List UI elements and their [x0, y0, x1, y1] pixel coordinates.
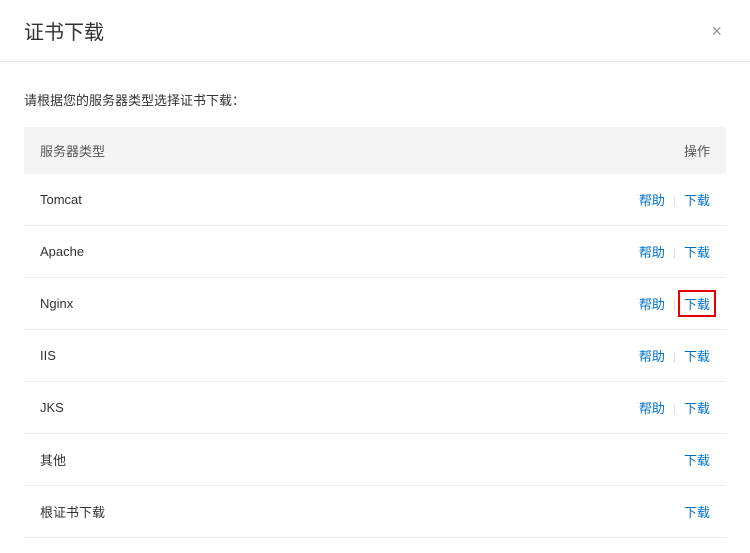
download-link[interactable]: 下载 [684, 450, 710, 469]
close-icon[interactable]: × [707, 18, 726, 44]
download-link[interactable]: 下载 [684, 346, 710, 365]
table-row: Apache 帮助 | 下载 [24, 226, 726, 278]
server-name: JKS [40, 400, 64, 415]
table-row: Tomcat 帮助 | 下载 [24, 174, 726, 226]
table-row: JKS 帮助 | 下载 [24, 382, 726, 434]
help-link[interactable]: 帮助 [639, 294, 665, 313]
header-server-type: 服务器类型 [40, 141, 105, 160]
server-table: 服务器类型 操作 Tomcat帮助|下载Apache帮助|下载Nginx帮助|下… [24, 127, 726, 538]
table-row: IIS 帮助 | 下载 [24, 330, 726, 382]
row-actions: 下载 [684, 502, 710, 521]
server-name: Tomcat [40, 192, 82, 207]
row-actions: 帮助 | 下载 [639, 398, 710, 417]
download-link[interactable]: 下载 [684, 502, 710, 521]
help-link[interactable]: 帮助 [639, 190, 665, 209]
table-header: 服务器类型 操作 [24, 127, 726, 174]
divider: | [673, 297, 676, 311]
server-name: 根证书下载 [40, 502, 105, 521]
row-actions: 帮助|下载 [639, 294, 710, 313]
download-link[interactable]: 下载 [684, 242, 710, 261]
table-row: Nginx 帮助 |下载 [24, 278, 726, 330]
table-row: 其他 下载 [24, 434, 726, 486]
divider: | [673, 245, 676, 259]
dialog-body: 请根据您的服务器类型选择证书下载： 服务器类型 操作 Tomcat帮助|下载Ap… [0, 62, 750, 538]
dialog-header: 证书下载 × [0, 0, 750, 62]
instruction-text: 请根据您的服务器类型选择证书下载： [24, 90, 726, 109]
help-link[interactable]: 帮助 [639, 242, 665, 261]
download-link[interactable]: 下载 [684, 398, 710, 417]
row-actions: 下载 [684, 450, 710, 469]
certificate-download-dialog: 证书下载 × 请根据您的服务器类型选择证书下载： 服务器类型 操作 Tomcat… [0, 0, 750, 553]
help-link[interactable]: 帮助 [639, 398, 665, 417]
row-actions: 帮助 | 下载 [639, 242, 710, 261]
table-row: 根证书下载 下载 [24, 486, 726, 538]
divider: | [673, 401, 676, 415]
header-operation: 操作 [684, 141, 710, 160]
server-name: IIS [40, 348, 56, 363]
divider: | [673, 349, 676, 363]
download-link[interactable]: 下载 [678, 290, 716, 317]
help-link[interactable]: 帮助 [639, 346, 665, 365]
server-name: 其他 [40, 450, 66, 469]
dialog-title: 证书下载 [24, 16, 104, 45]
server-name: Nginx [40, 296, 73, 311]
divider: | [673, 193, 676, 207]
server-name: Apache [40, 244, 84, 259]
row-actions: 帮助 | 下载 [639, 190, 710, 209]
download-link[interactable]: 下载 [684, 190, 710, 209]
row-actions: 帮助 | 下载 [639, 346, 710, 365]
